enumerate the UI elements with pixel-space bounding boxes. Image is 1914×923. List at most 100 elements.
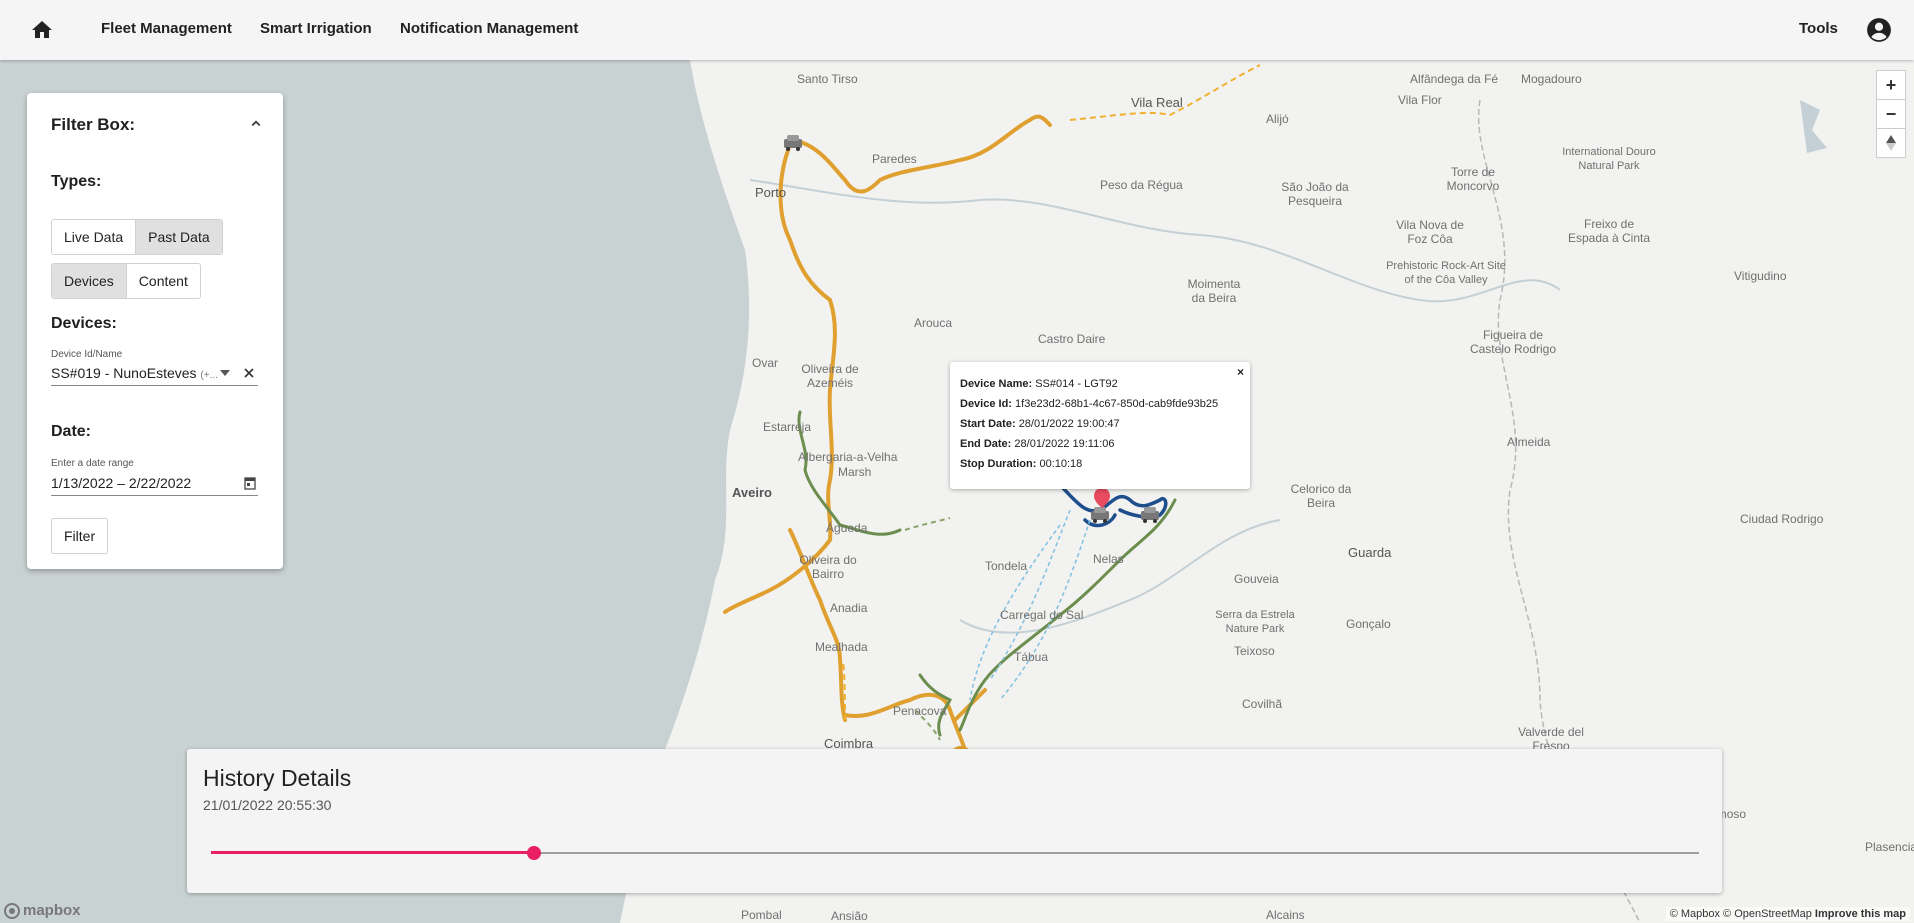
popup-stop-duration: 00:10:18 — [1039, 458, 1083, 470]
past-data-toggle[interactable]: Past Data — [135, 220, 222, 254]
nav-tools[interactable]: Tools — [1799, 20, 1838, 37]
live-data-toggle[interactable]: Live Data — [52, 220, 136, 254]
place-label: Vitigudino — [1734, 269, 1787, 283]
place-label: Marsh — [838, 465, 872, 479]
popup-label: Device Id: — [960, 398, 1012, 410]
place-label: Águeda — [826, 521, 868, 535]
place-label: Ansião — [831, 909, 868, 923]
devices-heading: Devices: — [51, 315, 117, 332]
place-label: Carregal do Sal — [1000, 608, 1084, 622]
place-label: Peso da Régua — [1100, 178, 1183, 192]
history-title: History Details — [203, 765, 352, 791]
place-label: Teixoso — [1234, 644, 1275, 658]
place-label: Albergaria-a-Velha — [798, 450, 898, 464]
map-attribution: © Mapbox © OpenStreetMap Improve this ma… — [1665, 907, 1910, 921]
popup-label: End Date: — [960, 438, 1012, 450]
place-label: Mealhada — [815, 640, 868, 654]
place-label: Serra da Estrela Nature Park — [1215, 609, 1295, 635]
history-details-panel: History Details 21/01/2022 20:55:30 — [187, 749, 1722, 893]
content-toggle[interactable]: Content — [125, 264, 200, 298]
place-label: Covilhã — [1242, 697, 1283, 711]
place-label: Figueira de Castelo Rodrigo — [1469, 328, 1557, 356]
improve-map-link[interactable]: Improve this map — [1815, 908, 1906, 920]
place-label: Alfândega da Fé — [1410, 72, 1499, 86]
calendar-icon[interactable] — [244, 476, 256, 490]
date-separator: – — [117, 475, 125, 491]
attribution-text[interactable]: © Mapbox © OpenStreetMap — [1670, 908, 1812, 920]
place-label: Celorico da Beira — [1290, 482, 1352, 510]
place-label: Aveiro — [732, 485, 772, 500]
place-label: Porto — [755, 185, 787, 200]
place-label: Prehistoric Rock-Art Site of the Côa Val… — [1386, 260, 1506, 286]
place-label: Alcains — [1266, 908, 1305, 922]
place-label: São João da Pesqueira — [1281, 180, 1349, 208]
zoom-out-button[interactable]: − — [1876, 99, 1906, 129]
home-icon[interactable] — [30, 18, 54, 42]
history-timestamp: 21/01/2022 20:55:30 — [203, 797, 332, 813]
history-slider-track[interactable] — [211, 846, 1699, 860]
history-slider-thumb[interactable] — [526, 846, 541, 860]
devices-toggle[interactable]: Devices — [52, 264, 126, 298]
nav-smart-irrigation[interactable]: Smart Irrigation — [260, 20, 372, 37]
place-label: Almeida — [1507, 435, 1551, 449]
popup-label: Stop Duration: — [960, 458, 1037, 470]
date-heading: Date: — [51, 423, 92, 440]
place-label: Freixo de Espada à Cinta — [1567, 217, 1651, 245]
device-select[interactable]: SS#019 - NunoEsteves (+... — [51, 363, 258, 386]
place-label: Penacova — [893, 704, 947, 718]
place-label: Ciudad Rodrigo — [1740, 512, 1824, 526]
date-end[interactable]: 2/22/2022 — [129, 475, 191, 491]
popup-device-name: SS#014 - LGT92 — [1035, 378, 1118, 390]
nav-fleet-management[interactable]: Fleet Management — [101, 20, 232, 37]
popup-close-button[interactable]: × — [1237, 365, 1244, 379]
account-icon[interactable] — [1866, 17, 1892, 43]
place-label: Ovar — [752, 356, 779, 370]
dropdown-arrow-icon[interactable] — [219, 368, 231, 378]
filter-button[interactable]: Filter — [51, 518, 109, 554]
device-select-more: (+... — [200, 370, 218, 381]
device-select-value: SS#019 - NunoEsteves — [51, 365, 197, 381]
place-label: Plasencia — [1865, 840, 1914, 854]
popup-end-date: 28/01/2022 19:11:06 — [1014, 438, 1115, 450]
source-toggle-group: Devices Content — [51, 263, 201, 299]
place-label: Moimenta da Beira — [1187, 277, 1241, 305]
top-navbar: Fleet Management Smart Irrigation Notifi… — [0, 0, 1914, 60]
compass-icon — [1886, 135, 1896, 151]
device-popup: × Device Name: SS#014 - LGT92 Device Id:… — [950, 362, 1250, 489]
date-range-input[interactable]: 1/13/2022 – 2/22/2022 — [51, 473, 258, 496]
popup-label: Start Date: — [960, 418, 1016, 430]
place-label: Tábua — [1014, 650, 1049, 664]
place-label: Tondela — [985, 559, 1028, 573]
car-marker-icon — [784, 135, 802, 151]
nav-notification-management[interactable]: Notification Management — [400, 20, 578, 37]
place-label: Anadia — [830, 601, 868, 615]
place-label: Vila Flor — [1398, 93, 1442, 107]
place-label: Oliveira do Bairro — [799, 553, 857, 581]
place-label: Oliveira de Azeméis — [801, 362, 859, 390]
place-label: Alijó — [1266, 112, 1289, 126]
chevron-up-icon[interactable] — [247, 115, 265, 133]
car-marker-icon — [1141, 507, 1159, 523]
types-heading: Types: — [51, 173, 102, 190]
place-label: Santo Tirso — [797, 72, 858, 86]
reservoir — [1800, 100, 1827, 153]
place-label: Gouveia — [1234, 572, 1279, 586]
mapbox-logo[interactable]: mapbox — [4, 902, 81, 919]
popup-start-date: 28/01/2022 19:00:47 — [1018, 418, 1120, 430]
place-label: Pombal — [741, 908, 782, 922]
mapbox-logo-text: mapbox — [23, 902, 81, 919]
clear-icon[interactable] — [244, 368, 254, 378]
place-label: Vila Real — [1131, 95, 1183, 110]
place-label: Torre de Moncorvo — [1446, 165, 1500, 193]
history-slider-fill — [211, 851, 534, 854]
date-start[interactable]: 1/13/2022 — [51, 475, 113, 491]
place-label: Gonçalo — [1346, 617, 1391, 631]
compass-button[interactable] — [1876, 128, 1906, 158]
type-toggle-group: Live Data Past Data — [51, 219, 223, 255]
place-label: Estarreja — [763, 420, 812, 434]
popup-device-id: 1f3e23d2-68b1-4c67-850d-cab9fde93b25 — [1015, 398, 1219, 410]
zoom-in-button[interactable]: + — [1876, 70, 1906, 100]
popup-label: Device Name: — [960, 378, 1033, 390]
date-field-label: Enter a date range — [51, 458, 134, 469]
place-label: Nelas — [1093, 552, 1124, 566]
